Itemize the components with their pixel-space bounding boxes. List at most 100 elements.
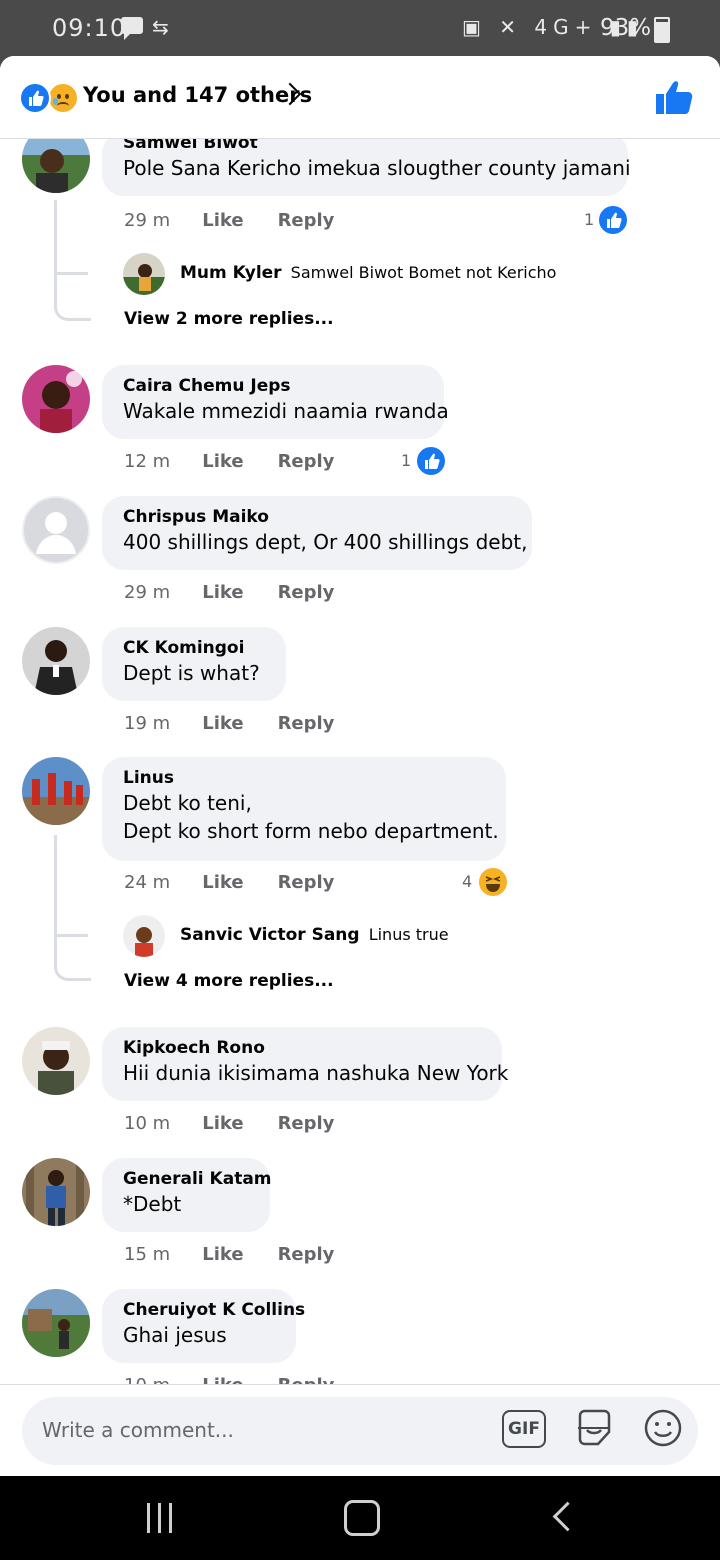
reaction-count[interactable]: 4 xyxy=(462,872,472,891)
like-link[interactable]: Like xyxy=(202,451,271,472)
avatar[interactable] xyxy=(22,1289,90,1357)
comment-author[interactable]: Linus xyxy=(123,767,486,789)
back-button[interactable] xyxy=(552,1501,583,1532)
comment-text: Hii dunia ikisimama nashuka New York xyxy=(123,1061,509,1085)
comment-author[interactable]: CK Komingoi xyxy=(123,637,266,659)
gif-icon[interactable]: GIF xyxy=(502,1410,546,1448)
reply-preview[interactable]: Mum Kyler Samwel Biwot Bomet not Kericho xyxy=(180,263,556,283)
battery-percentage: 93% xyxy=(600,15,652,41)
comment-meta: 24 m Like Reply xyxy=(124,872,334,893)
view-more-replies[interactable]: View 4 more replies... xyxy=(124,971,334,991)
reply-preview[interactable]: Sanvic Victor Sang Linus true xyxy=(180,925,449,945)
comment-author[interactable]: Cheruiyot K Collins xyxy=(123,1299,305,1321)
recent-apps-button[interactable] xyxy=(145,1503,177,1533)
reactions-summary[interactable]: You and 147 others xyxy=(83,83,312,107)
view-more-replies[interactable]: View 2 more replies... xyxy=(124,309,334,329)
avatar[interactable] xyxy=(22,138,90,193)
reply-link[interactable]: Reply xyxy=(278,713,335,734)
comment-meta: 29 m Like Reply xyxy=(124,582,334,603)
comment-time: 12 m xyxy=(124,451,171,472)
reply-link[interactable]: Reply xyxy=(278,451,335,472)
thread-branch xyxy=(54,934,88,937)
system-navigation-bar xyxy=(0,1476,720,1560)
like-link[interactable]: Like xyxy=(202,582,271,603)
thread-line xyxy=(54,200,91,321)
comment-author[interactable]: Generali Katam xyxy=(123,1168,272,1190)
comment-meta: 15 m Like Reply xyxy=(124,1244,334,1265)
comment-author[interactable]: Samwel Biwot xyxy=(123,138,608,154)
sad-icon xyxy=(47,82,79,114)
comment-time: 19 m xyxy=(124,713,171,734)
comment-bubble: Caira Chemu Jeps Wakale mmezidi naamia r… xyxy=(102,365,449,439)
avatar[interactable] xyxy=(22,757,90,825)
comment-meta: 19 m Like Reply xyxy=(124,713,334,734)
like-reaction-icon xyxy=(597,204,629,236)
reply-link[interactable]: Reply xyxy=(278,582,335,603)
reactions-header[interactable]: You and 147 others xyxy=(0,56,720,139)
like-link[interactable]: Like xyxy=(202,872,271,893)
avatar[interactable] xyxy=(22,1027,90,1095)
reaction-count[interactable]: 1 xyxy=(401,451,411,470)
reply-link[interactable]: Reply xyxy=(278,872,335,893)
comment-bubble: Kipkoech Rono Hii dunia ikisimama nashuk… xyxy=(102,1027,509,1101)
comment-input[interactable]: Write a comment... GIF xyxy=(22,1397,698,1465)
comment-composer: Write a comment... GIF xyxy=(0,1384,720,1476)
comment-bubble: CK Komingoi Dept is what? xyxy=(102,627,286,701)
like-link[interactable]: Like xyxy=(202,1375,271,1384)
message-icon xyxy=(121,17,143,40)
comment-text: Ghai jesus xyxy=(123,1323,227,1347)
reply-link[interactable]: Reply xyxy=(278,210,335,231)
comment-time: 10 m xyxy=(124,1375,196,1384)
reply-text: Linus true xyxy=(368,925,449,944)
comment-time: 24 m xyxy=(124,872,171,893)
comment-text: Pole Sana Kericho imekua slougther count… xyxy=(123,156,631,180)
like-button-icon[interactable] xyxy=(654,78,694,118)
avatar[interactable] xyxy=(22,627,90,695)
status-time: 09:10 xyxy=(52,14,127,42)
comment-meta: 10 m Like Reply xyxy=(124,1375,334,1384)
haha-reaction-icon xyxy=(477,866,509,898)
default-avatar[interactable] xyxy=(22,496,90,564)
reply-link[interactable]: Reply xyxy=(278,1244,335,1265)
like-icon xyxy=(19,82,51,114)
comment-bubble: Chrispus Maiko 400 shillings dept, Or 40… xyxy=(102,496,532,570)
avatar[interactable] xyxy=(22,365,90,433)
comments-sheet: You and 147 others Samwel Biwot Pole San… xyxy=(0,56,720,1476)
avatar[interactable] xyxy=(22,1158,90,1226)
battery-icon xyxy=(654,17,670,43)
comment-bubble: Cheruiyot K Collins Ghai jesus xyxy=(102,1289,305,1363)
reply-text: Samwel Biwot Bomet not Kericho xyxy=(290,263,557,282)
thread-branch xyxy=(54,272,88,275)
reply-avatar[interactable] xyxy=(123,915,165,957)
comment-author[interactable]: Chrispus Maiko xyxy=(123,506,512,528)
comment-input-placeholder[interactable]: Write a comment... xyxy=(42,1418,234,1442)
comment-time: 15 m xyxy=(124,1244,171,1265)
like-link[interactable]: Like xyxy=(202,1244,271,1265)
comment-bubble: Samwel Biwot Pole Sana Kericho imekua sl… xyxy=(102,138,631,196)
comment-meta: 10 m Like Reply xyxy=(124,1113,334,1134)
reaction-count[interactable]: 1 xyxy=(584,210,594,229)
comment-time: 10 m xyxy=(124,1113,171,1134)
comment-text: Dept is what? xyxy=(123,661,260,685)
home-button[interactable] xyxy=(344,1500,380,1536)
like-link[interactable]: Like xyxy=(202,210,271,231)
comment-meta: 12 m Like Reply xyxy=(124,451,334,472)
thread-line xyxy=(54,835,91,981)
like-link[interactable]: Like xyxy=(202,713,271,734)
comment-meta: 29 m Like Reply xyxy=(124,210,334,231)
comment-author[interactable]: Caira Chemu Jeps xyxy=(123,375,424,397)
comments-list[interactable]: Samwel Biwot Pole Sana Kericho imekua sl… xyxy=(0,138,720,1384)
comment-text: Wakale mmezidi naamia rwanda xyxy=(123,399,449,423)
reply-link[interactable]: Reply xyxy=(278,1375,335,1384)
comment-bubble: Linus Debt ko teni, Dept ko short form n… xyxy=(102,757,506,861)
reply-author[interactable]: Sanvic Victor Sang xyxy=(180,925,360,945)
comment-bubble: Generali Katam *Debt xyxy=(102,1158,272,1232)
reply-avatar[interactable] xyxy=(123,253,165,295)
like-link[interactable]: Like xyxy=(202,1113,271,1134)
reply-author[interactable]: Mum Kyler xyxy=(180,263,282,283)
emoji-icon[interactable] xyxy=(643,1408,683,1448)
comment-author[interactable]: Kipkoech Rono xyxy=(123,1037,482,1059)
comment-text-line-1: Debt ko teni, xyxy=(123,791,252,815)
sticker-icon[interactable] xyxy=(574,1408,614,1448)
reply-link[interactable]: Reply xyxy=(278,1113,335,1134)
